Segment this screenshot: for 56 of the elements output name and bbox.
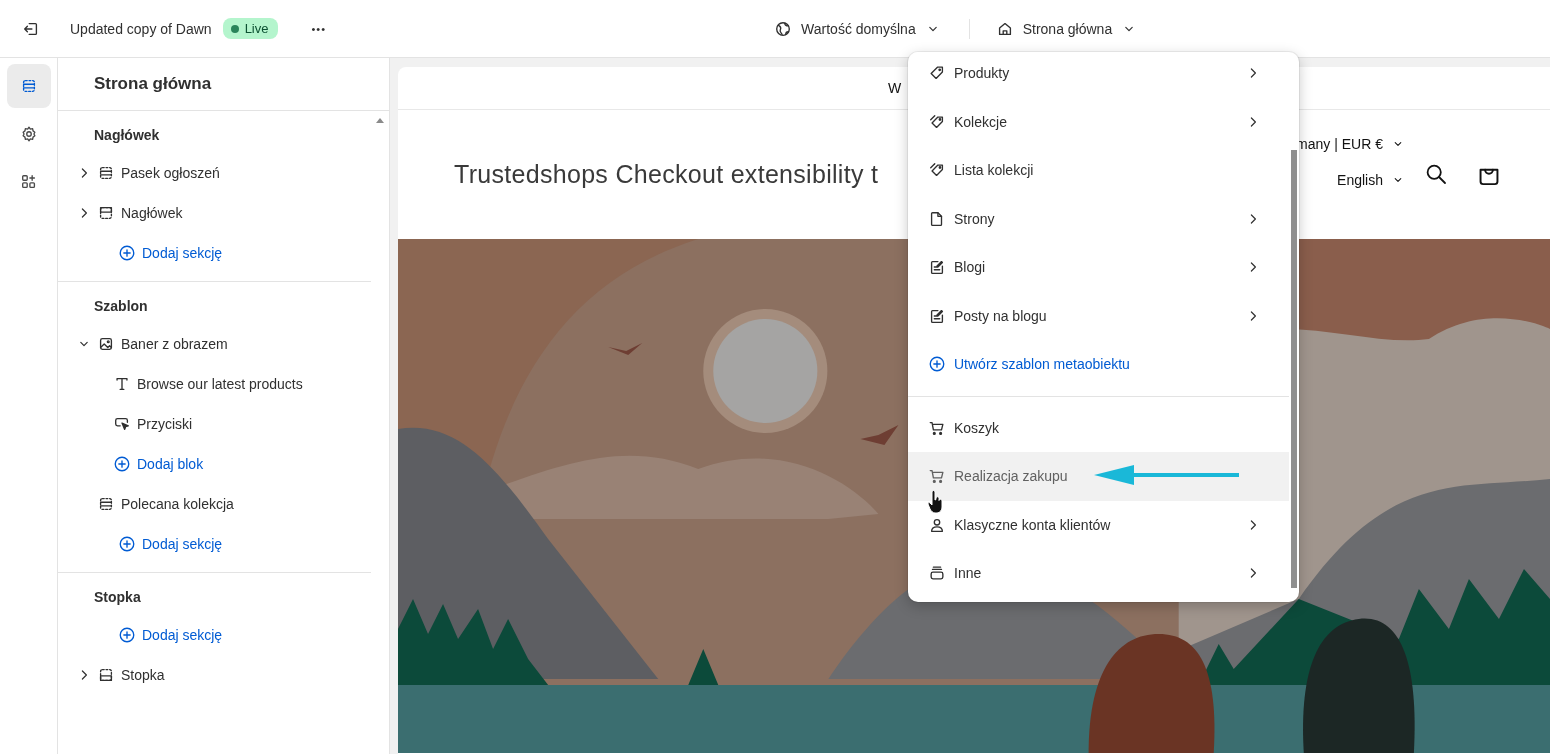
- live-badge: Live: [222, 18, 278, 39]
- tree-item[interactable]: Baner z obrazem: [76, 324, 371, 364]
- tree-item[interactable]: Polecana kolekcja: [76, 484, 371, 524]
- section-icon: [97, 164, 115, 182]
- stack-icon: [928, 564, 946, 583]
- add-link[interactable]: Dodaj sekcję: [76, 615, 371, 655]
- image-icon: [97, 335, 115, 353]
- store-title: Trustedshops Checkout extensibility t: [454, 160, 879, 189]
- group-heading: Nagłówek: [93, 126, 161, 145]
- menu-item[interactable]: Produkty: [908, 52, 1289, 98]
- section-icon: [97, 495, 115, 513]
- sidebar-title: Strona główna: [58, 58, 389, 111]
- menu-item[interactable]: Inne: [908, 549, 1289, 598]
- page-picker[interactable]: Strona główna: [989, 15, 1144, 42]
- add-link[interactable]: Dodaj sekcję: [76, 524, 371, 564]
- header-section-icon: [97, 204, 115, 222]
- tree-item[interactable]: Przyciski: [76, 404, 371, 444]
- add-link[interactable]: Dodaj sekcję: [76, 233, 371, 273]
- add-icon: [928, 355, 946, 374]
- globe-icon: [774, 19, 793, 38]
- tree-item[interactable]: Browse our latest products: [76, 364, 371, 404]
- theme-name: Updated copy of Dawn: [70, 20, 212, 37]
- group-heading: Stopka: [93, 588, 142, 607]
- blog-icon: [928, 258, 946, 277]
- language-selector[interactable]: English: [1337, 172, 1405, 188]
- menu-item[interactable]: Posty na blogu: [908, 291, 1289, 340]
- tree-item[interactable]: Nagłówek: [76, 193, 371, 233]
- tree-item[interactable]: Pasek ogłoszeń: [76, 153, 371, 193]
- sections-tab[interactable]: [6, 64, 51, 108]
- menu-item[interactable]: Blogi: [908, 243, 1289, 292]
- menu-item[interactable]: Kolekcje: [908, 97, 1289, 146]
- add-icon: [118, 535, 136, 553]
- add-icon: [118, 244, 136, 262]
- add-apps-icon: [19, 173, 38, 191]
- tags-icon: [928, 112, 946, 131]
- add-link[interactable]: Dodaj blok: [76, 444, 371, 484]
- menu-item[interactable]: Realizacja zakupu: [908, 452, 1289, 501]
- menu-item[interactable]: Lista kolekcji: [908, 146, 1289, 195]
- group-heading: Szablon: [93, 297, 149, 316]
- button-cursor-icon: [113, 415, 131, 433]
- add-icon: [113, 455, 131, 473]
- menu-item[interactable]: Utwórz szablon metaobiektu: [908, 340, 1289, 389]
- text-icon: [113, 375, 131, 393]
- add-icon: [118, 626, 136, 644]
- cart-icon: [928, 467, 946, 486]
- scroll-up-arrow[interactable]: [376, 118, 384, 123]
- announcement-text: W: [888, 80, 902, 96]
- menu-item[interactable]: Koszyk: [908, 403, 1289, 452]
- search-icon: [1424, 162, 1448, 186]
- more-actions-button[interactable]: •••: [305, 18, 333, 39]
- hand-cursor-icon: [928, 490, 944, 514]
- footer-section-icon: [97, 666, 115, 684]
- tree-item[interactable]: Stopka: [76, 655, 371, 695]
- menu-item[interactable]: Klasyczne konta klientów: [908, 500, 1289, 549]
- market-picker[interactable]: Wartość domyślna: [768, 15, 947, 42]
- menu-item[interactable]: Strony: [908, 194, 1289, 243]
